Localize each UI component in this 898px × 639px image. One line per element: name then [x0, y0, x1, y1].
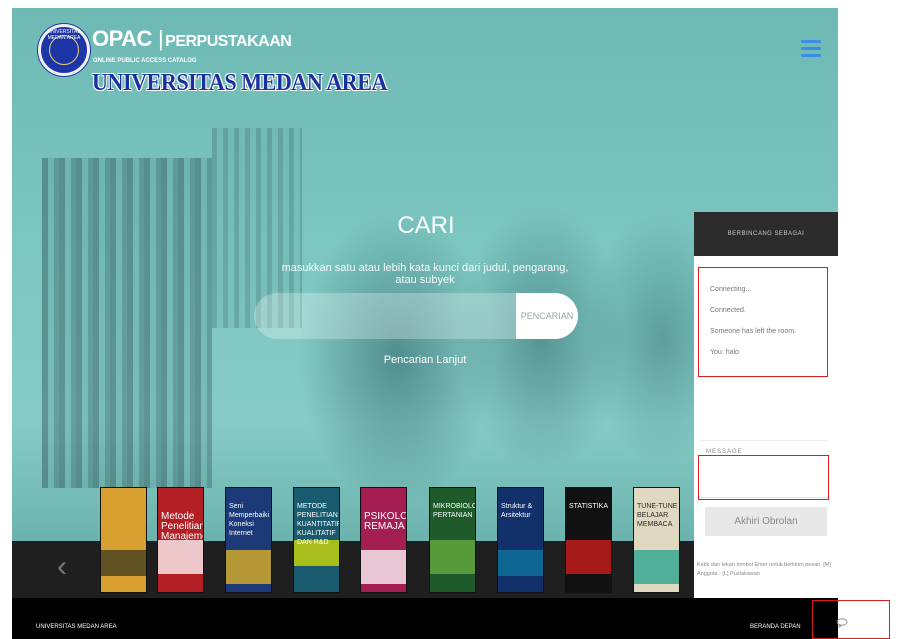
divider: [700, 440, 828, 441]
book-cover-art: [158, 540, 203, 574]
book-cover[interactable]: TUNE-TUNE BELAJAR MEMBACA: [633, 487, 680, 593]
menu-line: [801, 47, 821, 50]
book-cover-art: [498, 550, 543, 576]
book-cover[interactable]: Struktur & Arsitektur: [497, 487, 544, 593]
book-cover[interactable]: Seni Memperbaiki Koneksi Internet: [225, 487, 272, 593]
menu-line: [801, 54, 821, 57]
brand-separator: |: [157, 26, 164, 51]
book-cover[interactable]: MIKROBIOLOGI PERTANIAN: [429, 487, 476, 593]
brand-library: PERPUSTAKAAN: [165, 33, 292, 50]
university-logo[interactable]: UNIVERSITAS MEDAN AREA: [38, 24, 90, 76]
brand-opac: OPAC: [92, 26, 152, 51]
hamburger-menu-icon[interactable]: [801, 40, 821, 58]
hero-title: CARI: [397, 212, 455, 239]
book-title: METODE PENELITIAN KUANTITATIF KUALITATIF…: [297, 503, 340, 546]
book-title: PSIKOLOGI REMAJA: [364, 511, 406, 532]
search-input[interactable]: [254, 293, 516, 339]
advanced-search-link[interactable]: Pencarian Lanjut: [380, 354, 470, 366]
logo-text: UNIVERSITAS MEDAN AREA: [47, 29, 81, 41]
opac-page: UNIVERSITAS MEDAN AREA OPAC | PERPUSTAKAAN…: [0, 0, 898, 639]
book-cover[interactable]: Metode Penelitian Manajemen: [157, 487, 204, 593]
brand-title: OPAC | PERPUSTAKAAN: [92, 26, 292, 52]
chat-bubble-icon[interactable]: [836, 618, 848, 628]
hero-subtitle: masukkan satu atau lebih kata kunci dari…: [281, 262, 569, 286]
close-chat-button[interactable]: x: [821, 624, 826, 634]
book-cover[interactable]: METODE PENELITIAN KUANTITATIF KUALITATIF…: [293, 487, 340, 593]
book-title: Struktur & Arsitektur: [501, 503, 533, 519]
book-title: MIKROBIOLOGI PERTANIAN: [433, 503, 475, 519]
chevron-left-icon[interactable]: ‹: [57, 547, 77, 587]
book-cover-art: [566, 540, 611, 574]
end-chat-button[interactable]: Akhiri Obrolan: [705, 507, 827, 536]
book-title: Seni Memperbaiki Koneksi Internet: [229, 503, 270, 537]
book-cover-art: [430, 540, 475, 574]
footer-bar: [12, 598, 838, 639]
footer-home-link[interactable]: BERANDA DEPAN: [750, 624, 801, 630]
chat-log-highlight: [698, 267, 828, 377]
book-cover[interactable]: [100, 487, 147, 593]
search-button[interactable]: PENCARIAN: [516, 293, 578, 339]
book-title: TUNE-TUNE BELAJAR MEMBACA: [637, 503, 678, 528]
book-cover-art: [101, 550, 146, 576]
book-cover-art: [361, 550, 406, 584]
book-title: STATISTIKA: [569, 503, 609, 510]
footer-university: UNIVERSITAS MEDAN AREA: [36, 624, 117, 630]
book-cover[interactable]: PSIKOLOGI REMAJA: [360, 487, 407, 593]
book-cover-art: [226, 550, 271, 584]
search-bar: PENCARIAN: [254, 293, 578, 339]
brand-tagline: ONLINE PUBLIC ACCESS CATALOG: [93, 58, 197, 64]
brand-university: UNIVERSITAS MEDAN AREA: [92, 70, 387, 96]
menu-line: [801, 40, 821, 43]
bookshelf-image: [42, 158, 212, 488]
chat-instructions: Ketik dan tekan tombol Enter untuk berki…: [697, 562, 831, 577]
book-cover-art: [634, 550, 679, 584]
message-input-highlight: [698, 455, 829, 500]
book-title: Metode Penelitian Manajemen: [161, 511, 204, 542]
chat-header: BERBINCANG SEBAGAI: [694, 212, 838, 256]
book-cover[interactable]: STATISTIKA: [565, 487, 612, 593]
